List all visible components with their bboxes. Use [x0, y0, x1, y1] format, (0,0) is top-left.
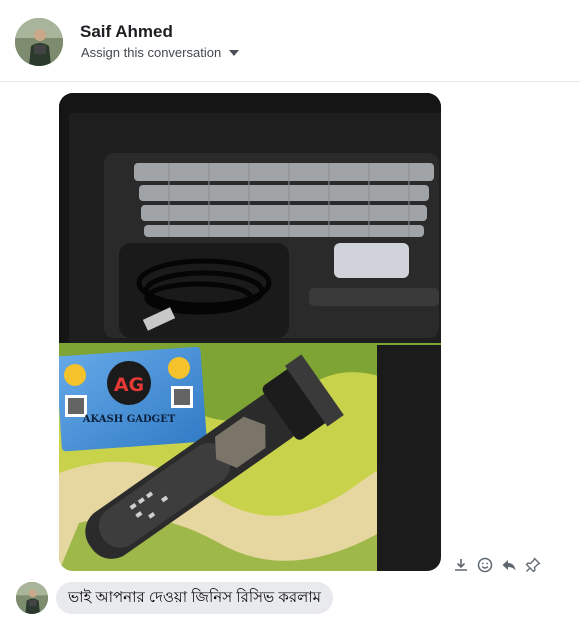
assign-label: Assign this conversation	[81, 45, 222, 60]
message-bubble[interactable]: ভাই আপনার দেওয়া জিনিস রিসিভ করলাম	[56, 582, 333, 614]
sender-avatar[interactable]	[16, 582, 48, 614]
contact-avatar[interactable]	[15, 18, 63, 66]
chevron-down-icon	[229, 49, 240, 56]
card-logo: AG	[114, 374, 144, 396]
card-brand-name: AKASH GADGET	[82, 414, 176, 425]
pin-icon[interactable]	[524, 556, 542, 574]
contact-name[interactable]: Saif Ahmed	[80, 22, 173, 42]
smiley-icon[interactable]	[476, 556, 494, 574]
reply-icon[interactable]	[500, 556, 518, 574]
assign-conversation-dropdown[interactable]: Assign this conversation	[81, 45, 240, 60]
message-actions	[452, 556, 542, 574]
conversation-header: Saif Ahmed Assign this conversation	[0, 0, 580, 82]
message-photo[interactable]: AG AKASH GADGET	[59, 93, 441, 571]
message-text: ভাই আপনার দেওয়া জিনিস রিসিভ করলাম	[68, 588, 321, 606]
download-icon[interactable]	[452, 556, 470, 574]
